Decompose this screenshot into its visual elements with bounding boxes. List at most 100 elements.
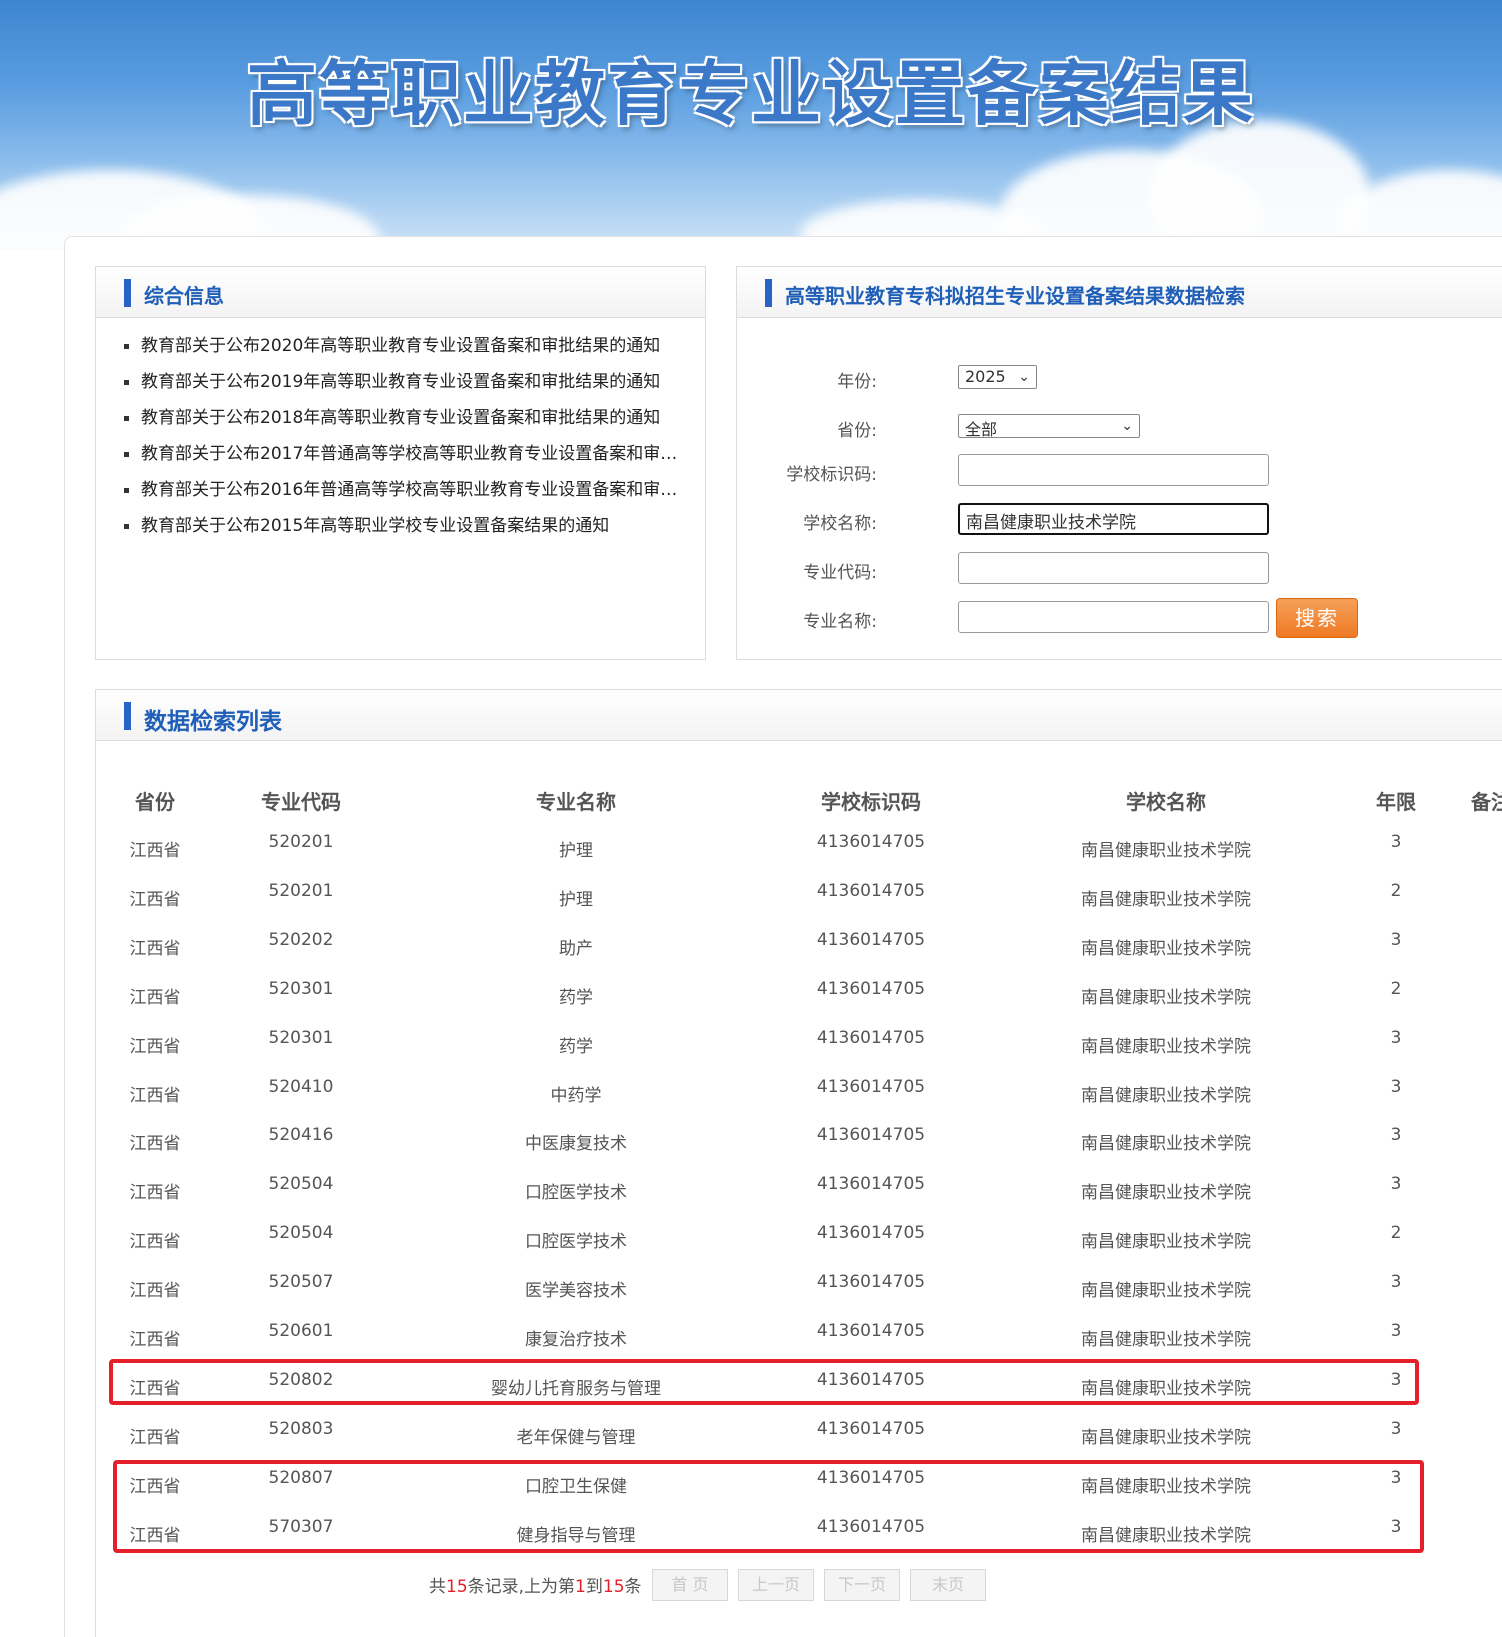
highlight-box bbox=[113, 1460, 1424, 1553]
bullet-icon bbox=[124, 487, 129, 493]
notice-list: 教育部关于公布2020年高等职业教育专业设置备案和审批结果的通知 教育部关于公布… bbox=[96, 318, 705, 548]
search-panel-header: 高等职业教育专科拟招生专业设置备案结果数据检索 bbox=[737, 267, 1502, 318]
results-panel-header: 数据检索列表 bbox=[96, 690, 1502, 741]
cell-province: 江西省 bbox=[129, 1330, 181, 1350]
notice-link-text[interactable]: 教育部关于公布2015年高等职业学校专业设置备案结果的通知 bbox=[141, 516, 609, 536]
pager-from: 1 bbox=[575, 1577, 586, 1597]
cell-school-id: 4136014705 bbox=[816, 1418, 926, 1439]
notice-link[interactable]: 教育部关于公布2020年高等职业教育专业设置备案和审批结果的通知 bbox=[124, 332, 704, 368]
year-select[interactable]: 2025 ⌄ bbox=[958, 365, 1037, 389]
info-panel-header: 综合信息 bbox=[96, 267, 705, 318]
header-remark: 备注 bbox=[1471, 790, 1502, 814]
next-page-button[interactable]: 下一页 bbox=[824, 1569, 900, 1601]
notice-link[interactable]: 教育部关于公布2017年普通高等学校高等职业教育专业设置备案和审… bbox=[124, 440, 704, 476]
major-name-input[interactable] bbox=[958, 601, 1269, 633]
chevron-down-icon: ⌄ bbox=[1121, 418, 1133, 434]
cell-school-id: 4136014705 bbox=[816, 1223, 926, 1244]
pager-text: 条 bbox=[624, 1577, 642, 1597]
cell-major-code: 520301 bbox=[268, 1027, 334, 1048]
info-panel-title: 综合信息 bbox=[144, 284, 224, 308]
results-panel-title: 数据检索列表 bbox=[144, 709, 282, 735]
province-select[interactable]: 全部 ⌄ bbox=[958, 414, 1140, 439]
header-years: 年限 bbox=[1376, 790, 1416, 814]
cell-major-name: 护理 bbox=[559, 889, 593, 910]
notice-link-text[interactable]: 教育部关于公布2018年高等职业教育专业设置备案和审批结果的通知 bbox=[141, 408, 660, 428]
cell-major-name: 药学 bbox=[559, 1036, 593, 1057]
section-marker bbox=[124, 279, 131, 307]
notice-link-text[interactable]: 教育部关于公布2020年高等职业教育专业设置备案和审批结果的通知 bbox=[141, 336, 660, 356]
cell-province: 江西省 bbox=[129, 1427, 181, 1448]
cell-school-name: 南昌健康职业技术学院 bbox=[1081, 1281, 1251, 1302]
notice-link-text[interactable]: 教育部关于公布2017年普通高等学校高等职业教育专业设置备案和审… bbox=[141, 444, 677, 464]
notice-link[interactable]: 教育部关于公布2016年普通高等学校高等职业教育专业设置备案和审… bbox=[124, 476, 704, 512]
cell-major-name: 中医康复技术 bbox=[525, 1134, 627, 1155]
cell-major-code: 520601 bbox=[268, 1321, 334, 1341]
banner-title: 高等职业教育专业设置备案结果 bbox=[247, 53, 1255, 135]
prev-page-button[interactable]: 上一页 bbox=[738, 1569, 814, 1601]
cell-school-name: 南昌健康职业技术学院 bbox=[1081, 1085, 1251, 1106]
cell-major-code: 520803 bbox=[268, 1418, 334, 1439]
cell-major-code: 520507 bbox=[268, 1272, 334, 1293]
school-id-input[interactable] bbox=[958, 454, 1269, 486]
notice-link-text[interactable]: 教育部关于公布2019年高等职业教育专业设置备案和审批结果的通知 bbox=[141, 372, 660, 392]
pager-to: 15 bbox=[602, 1577, 625, 1597]
cell-school-id: 4136014705 bbox=[816, 880, 926, 901]
cell-years: 3 bbox=[1390, 1321, 1402, 1341]
bullet-icon bbox=[124, 523, 129, 529]
school-id-label: 学校标识码: bbox=[786, 465, 877, 485]
cell-major-name: 护理 bbox=[559, 841, 593, 861]
major-code-row: 专业代码: bbox=[737, 552, 1437, 586]
year-row: 年份: 2025 ⌄ bbox=[737, 361, 1437, 395]
chevron-down-icon: ⌄ bbox=[1018, 369, 1030, 385]
cell-major-code: 520416 bbox=[268, 1125, 334, 1146]
cell-major-name: 康复治疗技术 bbox=[525, 1330, 627, 1350]
cell-school-id: 4136014705 bbox=[816, 1027, 926, 1048]
notice-link[interactable]: 教育部关于公布2015年高等职业学校专业设置备案结果的通知 bbox=[124, 512, 704, 548]
cell-years: 3 bbox=[1390, 1272, 1402, 1293]
cell-years: 3 bbox=[1390, 1125, 1402, 1146]
cell-school-id: 4136014705 bbox=[816, 1076, 926, 1097]
cell-school-id: 4136014705 bbox=[816, 1321, 926, 1341]
header-banner: 高等职业教育专业设置备案结果 bbox=[0, 0, 1502, 250]
province-select-value: 全部 bbox=[965, 420, 998, 439]
cell-school-id: 4136014705 bbox=[816, 832, 926, 852]
cell-years: 2 bbox=[1390, 1223, 1402, 1244]
header-major-code: 专业代码 bbox=[261, 790, 341, 814]
cell-major-name: 口腔医学技术 bbox=[525, 1183, 627, 1204]
year-select-value: 2025 bbox=[965, 367, 1006, 386]
section-marker bbox=[124, 702, 131, 730]
school-name-input[interactable]: 南昌健康职业技术学院 bbox=[958, 503, 1269, 535]
highlight-box bbox=[109, 1359, 1419, 1405]
header-school-id: 学校标识码 bbox=[821, 790, 921, 814]
notice-link-text[interactable]: 教育部关于公布2016年普通高等学校高等职业教育专业设置备案和审… bbox=[141, 480, 677, 500]
cell-major-name: 助产 bbox=[559, 938, 593, 959]
cell-province: 江西省 bbox=[129, 987, 181, 1008]
major-code-input[interactable] bbox=[958, 552, 1269, 584]
cell-years: 2 bbox=[1390, 880, 1402, 901]
notice-link[interactable]: 教育部关于公布2018年高等职业教育专业设置备案和审批结果的通知 bbox=[124, 404, 704, 440]
cell-years: 3 bbox=[1390, 1418, 1402, 1439]
cell-years: 3 bbox=[1390, 832, 1402, 852]
last-page-button[interactable]: 末页 bbox=[910, 1569, 986, 1601]
cell-province: 江西省 bbox=[129, 1281, 181, 1302]
cell-major-name: 中药学 bbox=[550, 1085, 602, 1106]
cell-major-code: 520201 bbox=[268, 832, 334, 852]
school-name-row: 学校名称: 南昌健康职业技术学院 bbox=[737, 503, 1437, 537]
bullet-icon bbox=[124, 343, 129, 349]
cell-major-name: 药学 bbox=[559, 987, 593, 1008]
cell-province: 江西省 bbox=[129, 1134, 181, 1155]
bullet-icon bbox=[124, 415, 129, 421]
search-button[interactable]: 搜索 bbox=[1276, 598, 1358, 638]
cell-province: 江西省 bbox=[129, 1183, 181, 1204]
cell-school-id: 4136014705 bbox=[816, 1125, 926, 1146]
cell-province: 江西省 bbox=[129, 841, 181, 861]
cell-school-id: 4136014705 bbox=[816, 978, 926, 999]
cell-years: 3 bbox=[1390, 1076, 1402, 1097]
pager-summary: 共15条记录,上为第1到15条 bbox=[429, 1572, 642, 1597]
bullet-icon bbox=[124, 451, 129, 457]
cell-major-code: 520202 bbox=[268, 929, 334, 950]
notice-link[interactable]: 教育部关于公布2019年高等职业教育专业设置备案和审批结果的通知 bbox=[124, 368, 704, 404]
first-page-button[interactable]: 首 页 bbox=[652, 1569, 728, 1601]
cell-years: 2 bbox=[1390, 978, 1402, 999]
cell-school-id: 4136014705 bbox=[816, 1272, 926, 1293]
